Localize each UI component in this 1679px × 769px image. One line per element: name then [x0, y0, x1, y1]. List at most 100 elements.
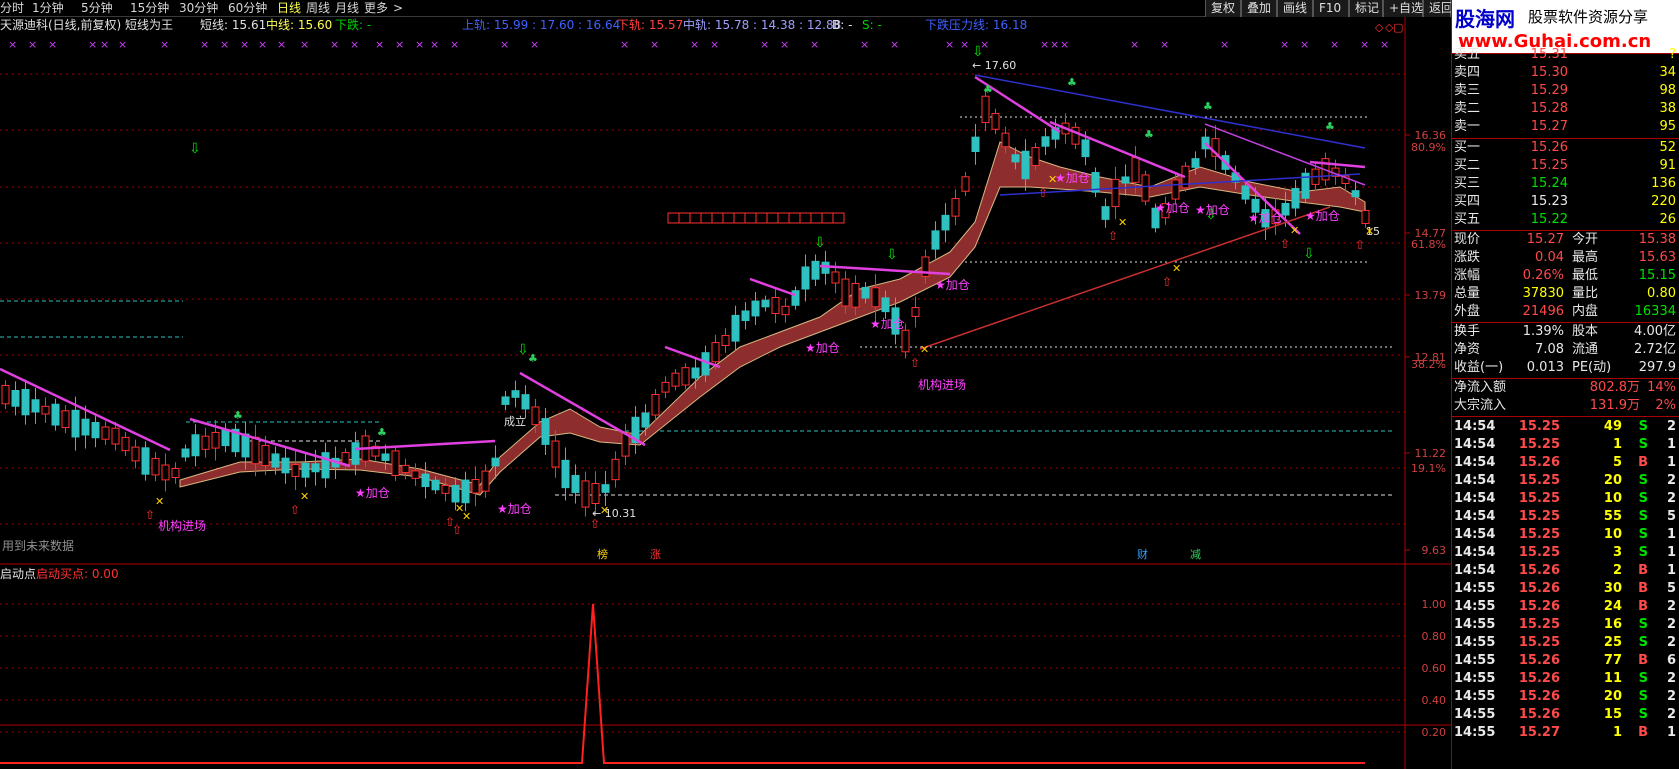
- tick-row[interactable]: 14:54 15.25 3 S 1: [1452, 545, 1679, 561]
- stat-value: 0.80: [1647, 286, 1676, 301]
- ask-price: 15.27: [1530, 119, 1568, 134]
- toolbar-button-1[interactable]: 叠加: [1241, 0, 1277, 17]
- tick-row[interactable]: 14:54 15.25 1 S 1: [1452, 437, 1679, 453]
- logo-brand: 股海网: [1455, 7, 1515, 31]
- tick-time: 14:55: [1454, 689, 1496, 704]
- bid-label: 买一: [1454, 140, 1481, 155]
- legend-item: 中轨: 15.78 : 14.38 : 12.88: [683, 17, 841, 32]
- tick-row[interactable]: 14:55 15.26 77 B 6: [1452, 653, 1679, 669]
- quote-panel: 股海网 股票软件资源分享 www.Guhai.com.cn 卖五 15.31? 卖四…: [1451, 0, 1679, 769]
- period-tab-7[interactable]: 周线: [306, 1, 330, 15]
- tick-time: 14:54: [1454, 455, 1496, 470]
- marker-x: ×: [88, 38, 97, 51]
- bid-price: 15.26: [1530, 140, 1568, 155]
- tick-row[interactable]: 14:54 15.25 20 S 2: [1452, 473, 1679, 489]
- kline-chart[interactable]: 天源迪科(日线,前复权) 短线为王 短线: 15.61 中线: 15.60 下跌: -…: [0, 17, 1451, 769]
- tick-row[interactable]: 14:55 15.25 25 S 2: [1452, 635, 1679, 651]
- stat-value: 16334: [1634, 304, 1676, 319]
- tick-row[interactable]: 14:55 15.26 15 S 2: [1452, 707, 1679, 723]
- marker-x: ×: [810, 38, 819, 51]
- tick-time: 14:54: [1454, 473, 1496, 488]
- add-position-label: ★加仓: [1248, 211, 1283, 225]
- toolbar-button-2[interactable]: 画线: [1277, 0, 1313, 17]
- stat-row: 现价 15.27 今开 15.38: [1452, 232, 1679, 248]
- period-tab-4[interactable]: 30分钟: [179, 1, 218, 15]
- tick-row[interactable]: 14:54 15.25 10 S 1: [1452, 527, 1679, 543]
- candle: [861, 286, 870, 299]
- marker-x: ×: [1380, 38, 1389, 51]
- legend-item: 短线: 15.61: [200, 18, 266, 32]
- candle: [931, 230, 940, 250]
- logo-slogan: 股票软件资源分享: [1528, 8, 1649, 26]
- candle: [31, 399, 40, 413]
- bid-volume: 220: [1651, 194, 1676, 209]
- ask-row: 卖四 15.30 34: [1452, 65, 1679, 81]
- period-tab-6[interactable]: 日线: [277, 1, 301, 15]
- tick-time: 14:54: [1454, 509, 1496, 524]
- period-tab-2[interactable]: 5分钟: [81, 1, 113, 15]
- stat-value: 7.08: [1535, 342, 1564, 357]
- candle: [271, 453, 280, 468]
- toolbar-button-6[interactable]: 返回: [1423, 0, 1453, 17]
- high-label: ← 17.60: [972, 59, 1016, 72]
- tick-row[interactable]: 14:55 15.26 20 S 2: [1452, 689, 1679, 705]
- candle: [291, 464, 300, 477]
- bid-label: 买五: [1454, 212, 1481, 227]
- toolbar-button-4[interactable]: 标记: [1349, 0, 1383, 17]
- legend-item: 上轨: 15.99 : 17.60 : 16.64: [462, 18, 620, 32]
- tick-row[interactable]: 14:55 15.25 16 S 2: [1452, 617, 1679, 633]
- candle: [951, 198, 960, 217]
- tick-row[interactable]: 14:54 15.26 2 B 1: [1452, 563, 1679, 579]
- candle: [1141, 174, 1150, 202]
- tick-price: 15.26: [1518, 707, 1560, 722]
- tick-row[interactable]: 14:54 15.26 5 B 1: [1452, 455, 1679, 471]
- stat-label: 收益(一): [1454, 360, 1504, 375]
- tick-side: S: [1638, 671, 1648, 686]
- exit-icon: ♣: [233, 409, 243, 422]
- candle: [401, 464, 410, 474]
- stat-value: 21496: [1522, 304, 1564, 319]
- tick-row[interactable]: 14:54 15.25 10 S 2: [1452, 491, 1679, 507]
- marker-x: ×: [760, 38, 769, 51]
- marker-x: ×: [450, 38, 459, 51]
- tick-volume: 24: [1603, 599, 1622, 614]
- stat-value: 0.013: [1526, 360, 1564, 375]
- tick-row[interactable]: 14:55 15.26 24 B 2: [1452, 599, 1679, 615]
- candle: [1031, 147, 1040, 166]
- marker-x: ×: [650, 38, 659, 51]
- period-tab-5[interactable]: 60分钟: [228, 1, 267, 15]
- tick-volume: 3: [1612, 545, 1622, 560]
- period-tab-8[interactable]: 月线: [335, 1, 359, 15]
- stat-value: 15.38: [1638, 232, 1676, 247]
- tick-row[interactable]: 14:55 15.26 30 B 5: [1452, 581, 1679, 597]
- tick-row[interactable]: 14:54 15.25 49 S 2: [1452, 419, 1679, 435]
- add-position-label: ★加仓: [935, 278, 970, 292]
- tick-time: 14:54: [1454, 527, 1496, 542]
- candle: [581, 480, 590, 508]
- toolbar-button-0[interactable]: 复权: [1205, 0, 1241, 17]
- legend-item: 下跌: -: [335, 17, 371, 32]
- tick-volume: 1: [1612, 437, 1622, 452]
- pct-tick: 61.8%: [1411, 238, 1446, 251]
- tick-row[interactable]: 14:54 15.25 55 S 5: [1452, 509, 1679, 525]
- period-tab-3[interactable]: 15分钟: [130, 1, 169, 15]
- candle: [571, 475, 580, 493]
- tick-time: 14:54: [1454, 545, 1496, 560]
- candle: [411, 470, 420, 479]
- period-tab-1[interactable]: 1分钟: [32, 1, 64, 15]
- exit-icon: ♣: [528, 352, 538, 365]
- tick-row[interactable]: 14:55 15.26 11 S 2: [1452, 671, 1679, 687]
- more-chevron-icon[interactable]: >: [393, 1, 403, 15]
- tick-volume: 1: [1612, 725, 1622, 740]
- period-tab-0[interactable]: 分时: [0, 1, 24, 15]
- period-tab-9[interactable]: 更多: [364, 1, 388, 15]
- toolbar-button-3[interactable]: F10: [1313, 0, 1349, 17]
- tick-side: S: [1638, 617, 1648, 632]
- ask-volume: 38: [1659, 101, 1676, 116]
- stat-row: 换手 1.39% 股本 4.00亿: [1452, 324, 1679, 340]
- tick-time: 14:54: [1454, 437, 1496, 452]
- tick-row[interactable]: 14:55 15.27 1 B 1: [1452, 725, 1679, 741]
- candle: [1121, 176, 1130, 184]
- toolbar-button-5[interactable]: +自选: [1383, 0, 1423, 17]
- trendline: [1309, 160, 1366, 169]
